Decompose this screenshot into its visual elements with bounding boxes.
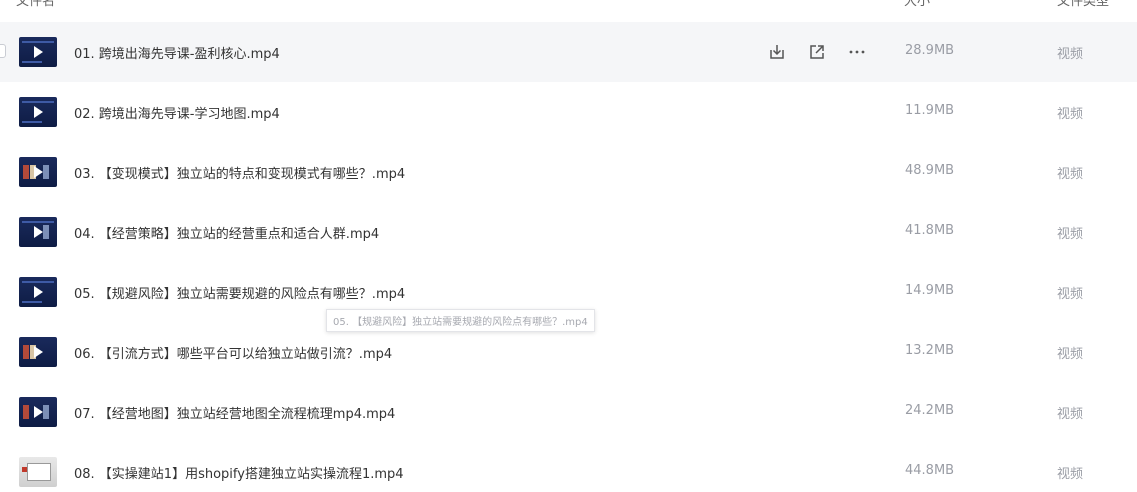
share-icon[interactable] <box>806 41 828 63</box>
file-row[interactable]: 08. 【实操建站1】用shopify搭建独立站实操流程1.mp4 44.8MB… <box>0 442 1137 492</box>
file-size: 11.9MB <box>905 103 955 118</box>
video-thumbnail <box>19 457 57 487</box>
file-type: 视频 <box>1057 407 1084 422</box>
file-list-header: 文件名 大小 文件类型 <box>0 0 1137 10</box>
row-checkbox[interactable] <box>0 44 6 58</box>
file-type: 视频 <box>1057 227 1084 242</box>
file-type: 视频 <box>1057 467 1084 482</box>
file-size: 44.8MB <box>905 463 955 478</box>
filename-tooltip: 05. 【规避风险】独立站需要规避的风险点有哪些？.mp4 <box>326 309 595 332</box>
file-row[interactable]: 03. 【变现模式】独立站的特点和变现模式有哪些？.mp4 48.9MB 视频 <box>0 142 1137 202</box>
column-header-size[interactable]: 大小 <box>904 0 930 9</box>
file-size: 24.2MB <box>905 403 955 418</box>
file-size: 41.8MB <box>905 223 955 238</box>
column-header-type[interactable]: 文件类型 <box>1057 0 1109 9</box>
file-type: 视频 <box>1057 167 1084 182</box>
file-list-page: 文件名 大小 文件类型 01. 跨境出海先导课-盈利核心.mp4 28.9MB … <box>0 0 1137 492</box>
video-thumbnail <box>19 37 57 67</box>
video-thumbnail <box>19 97 57 127</box>
file-size: 48.9MB <box>905 163 955 178</box>
file-list: 01. 跨境出海先导课-盈利核心.mp4 28.9MB 视频 02. 跨境出海先… <box>0 22 1137 492</box>
file-name[interactable]: 02. 跨境出海先导课-学习地图.mp4 <box>74 103 280 122</box>
file-size: 14.9MB <box>905 283 955 298</box>
video-thumbnail <box>19 277 57 307</box>
video-thumbnail <box>19 157 57 187</box>
file-type: 视频 <box>1057 347 1084 362</box>
file-name[interactable]: 03. 【变现模式】独立站的特点和变现模式有哪些？.mp4 <box>74 163 405 182</box>
file-name[interactable]: 08. 【实操建站1】用shopify搭建独立站实操流程1.mp4 <box>74 463 404 482</box>
row-actions <box>766 41 886 63</box>
file-name[interactable]: 01. 跨境出海先导课-盈利核心.mp4 <box>74 43 280 62</box>
file-row[interactable]: 04. 【经营策略】独立站的经营重点和适合人群.mp4 41.8MB 视频 <box>0 202 1137 262</box>
file-type: 视频 <box>1057 47 1084 62</box>
file-size: 28.9MB <box>905 43 955 58</box>
file-row[interactable]: 07. 【经营地图】独立站经营地图全流程梳理mp4.mp4 24.2MB 视频 <box>0 382 1137 442</box>
file-name[interactable]: 06. 【引流方式】哪些平台可以给独立站做引流？.mp4 <box>74 343 392 362</box>
column-header-name[interactable]: 文件名 <box>16 0 55 9</box>
file-name[interactable]: 05. 【规避风险】独立站需要规避的风险点有哪些？.mp4 <box>74 283 405 302</box>
more-icon[interactable] <box>846 41 868 63</box>
file-row[interactable]: 02. 跨境出海先导课-学习地图.mp4 11.9MB 视频 <box>0 82 1137 142</box>
file-name[interactable]: 04. 【经营策略】独立站的经营重点和适合人群.mp4 <box>74 223 379 242</box>
file-row[interactable]: 01. 跨境出海先导课-盈利核心.mp4 28.9MB 视频 <box>0 22 1137 82</box>
file-name[interactable]: 07. 【经营地图】独立站经营地图全流程梳理mp4.mp4 <box>74 403 395 422</box>
video-thumbnail <box>19 397 57 427</box>
file-type: 视频 <box>1057 107 1084 122</box>
download-icon[interactable] <box>766 41 788 63</box>
video-thumbnail <box>19 337 57 367</box>
file-size: 13.2MB <box>905 343 955 358</box>
video-thumbnail <box>19 217 57 247</box>
file-type: 视频 <box>1057 287 1084 302</box>
